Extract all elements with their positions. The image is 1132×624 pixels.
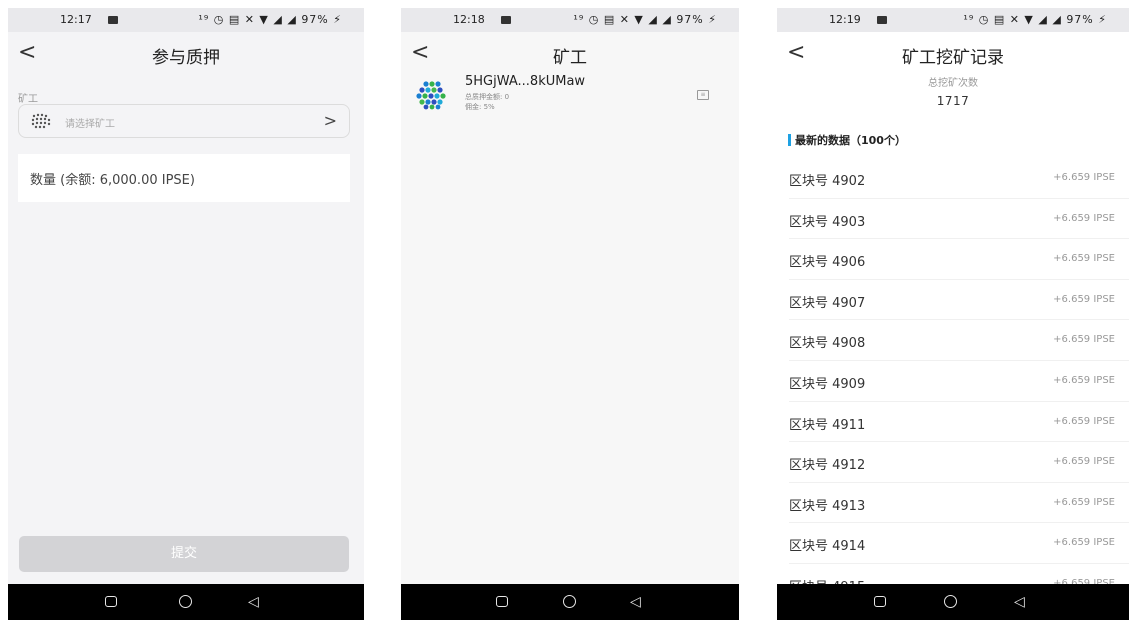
miner-total-stake: 总质押金额: 0 bbox=[465, 93, 510, 101]
system-back-icon[interactable]: ◁ bbox=[1014, 593, 1032, 611]
record-block-number: 区块号 4906 bbox=[789, 255, 866, 271]
record-row[interactable]: 区块号 4914 +6.659 IPSE bbox=[789, 523, 1129, 564]
amount-input[interactable]: 数量 (余额: 6,000.00 IPSE) bbox=[18, 154, 350, 202]
record-reward: +6.659 IPSE bbox=[1053, 374, 1115, 386]
amount-label: 数量 (余额: 6,000.00 IPSE) bbox=[30, 173, 195, 188]
record-row[interactable]: 区块号 4903 +6.659 IPSE bbox=[789, 199, 1129, 240]
record-block-number: 区块号 4908 bbox=[789, 336, 866, 352]
status-icons: ¹⁹ ◷ ▤ ✕ ▼ ◢ ◢ bbox=[198, 13, 297, 26]
notification-icon bbox=[501, 16, 511, 24]
total-mining-label: 总挖矿次数 bbox=[928, 78, 978, 89]
nav-bar: < 矿工挖矿记录 bbox=[777, 32, 1129, 76]
record-block-number: 区块号 4913 bbox=[789, 498, 866, 514]
nav-bar: < 参与质押 bbox=[8, 32, 364, 76]
status-bar: 12:17 ¹⁹ ◷ ▤ ✕ ▼ ◢ ◢ 97% ⚡ bbox=[8, 8, 364, 32]
page-title: 矿工 bbox=[553, 48, 587, 68]
status-icons: ¹⁹ ◷ ▤ ✕ ▼ ◢ ◢ bbox=[963, 13, 1062, 26]
record-block-number: 区块号 4914 bbox=[789, 539, 866, 555]
nav-bar: < 矿工 bbox=[401, 32, 739, 76]
chevron-right-icon: > bbox=[323, 111, 337, 130]
submit-button[interactable]: 提交 bbox=[19, 536, 349, 572]
record-row[interactable]: 区块号 4911 +6.659 IPSE bbox=[789, 402, 1129, 443]
system-nav-bar: ◁ bbox=[777, 584, 1129, 620]
record-row[interactable]: 区块号 4908 +6.659 IPSE bbox=[789, 320, 1129, 361]
battery-level: 97% bbox=[676, 13, 704, 26]
charging-icon: ⚡ bbox=[1098, 13, 1107, 26]
record-reward: +6.659 IPSE bbox=[1053, 334, 1115, 346]
record-reward: +6.659 IPSE bbox=[1053, 415, 1115, 427]
record-row[interactable]: 区块号 4913 +6.659 IPSE bbox=[789, 483, 1129, 524]
system-back-icon[interactable]: ◁ bbox=[248, 593, 266, 611]
record-block-number: 区块号 4909 bbox=[789, 376, 866, 392]
detail-icon[interactable]: ≡ bbox=[697, 90, 709, 100]
notification-icon bbox=[108, 16, 118, 24]
miner-list-screen: 12:18 ¹⁹ ◷ ▤ ✕ ▼ ◢ ◢ 97% ⚡ < 矿工 5HGjWA..… bbox=[401, 8, 739, 620]
recent-apps-icon[interactable] bbox=[105, 596, 117, 607]
home-icon[interactable] bbox=[944, 595, 957, 608]
system-nav-bar: ◁ bbox=[8, 584, 364, 620]
page-title: 参与质押 bbox=[152, 48, 220, 68]
miner-select-placeholder: 请选择矿工 bbox=[65, 119, 115, 130]
record-row[interactable]: 区块号 4907 +6.659 IPSE bbox=[789, 280, 1129, 321]
page-title: 矿工挖矿记录 bbox=[902, 48, 1004, 68]
miner-field-label: 矿工 bbox=[18, 94, 38, 105]
record-reward: +6.659 IPSE bbox=[1053, 293, 1115, 305]
records-list: 区块号 4902 +6.659 IPSE 区块号 4903 +6.659 IPSE 区块… bbox=[777, 158, 1129, 605]
record-reward: +6.659 IPSE bbox=[1053, 172, 1115, 183]
section-title: 最新的数据（100个） bbox=[795, 134, 906, 147]
status-time: 12:19 bbox=[829, 13, 861, 26]
miner-commission: 佣金: 5% bbox=[465, 103, 495, 111]
battery-level: 97% bbox=[1066, 13, 1094, 26]
status-icons: ¹⁹ ◷ ▤ ✕ ▼ ◢ ◢ bbox=[573, 13, 672, 26]
home-icon[interactable] bbox=[563, 595, 576, 608]
section-accent-bar bbox=[788, 134, 791, 146]
recent-apps-icon[interactable] bbox=[496, 596, 508, 607]
miner-select[interactable]: 请选择矿工 > bbox=[18, 104, 350, 138]
battery-level: 97% bbox=[301, 13, 329, 26]
total-mining-count: 1717 bbox=[936, 94, 970, 108]
charging-icon: ⚡ bbox=[708, 13, 717, 26]
record-block-number: 区块号 4902 bbox=[789, 174, 866, 189]
record-reward: +6.659 IPSE bbox=[1053, 456, 1115, 468]
record-row[interactable]: 区块号 4909 +6.659 IPSE bbox=[789, 361, 1129, 402]
record-reward: +6.659 IPSE bbox=[1053, 253, 1115, 265]
notification-icon bbox=[877, 16, 887, 24]
record-row[interactable]: 区块号 4912 +6.659 IPSE bbox=[789, 442, 1129, 483]
miner-list-item[interactable]: 5HGjWA...8kUMaw 总质押金额: 0 佣金: 5% ≡ bbox=[401, 72, 739, 120]
system-back-icon[interactable]: ◁ bbox=[630, 593, 648, 611]
status-bar: 12:18 ¹⁹ ◷ ▤ ✕ ▼ ◢ ◢ 97% ⚡ bbox=[401, 8, 739, 32]
recent-apps-icon[interactable] bbox=[874, 596, 886, 607]
miner-name: 5HGjWA...8kUMaw bbox=[465, 74, 586, 89]
record-reward: +6.659 IPSE bbox=[1053, 496, 1115, 508]
record-block-number: 区块号 4912 bbox=[789, 458, 866, 474]
system-nav-bar: ◁ bbox=[401, 584, 739, 620]
record-row[interactable]: 区块号 4902 +6.659 IPSE bbox=[789, 158, 1129, 199]
record-block-number: 区块号 4903 bbox=[789, 214, 866, 230]
status-time: 12:17 bbox=[60, 13, 92, 26]
record-reward: +6.659 IPSE bbox=[1053, 212, 1115, 224]
charging-icon: ⚡ bbox=[333, 13, 342, 26]
miner-grid-icon bbox=[31, 113, 51, 129]
record-reward: +6.659 IPSE bbox=[1053, 537, 1115, 549]
record-block-number: 区块号 4911 bbox=[789, 417, 866, 433]
record-block-number: 区块号 4907 bbox=[789, 295, 866, 311]
section-header: 最新的数据（100个） bbox=[788, 132, 906, 148]
status-bar: 12:19 ¹⁹ ◷ ▤ ✕ ▼ ◢ ◢ 97% ⚡ bbox=[777, 8, 1129, 32]
home-icon[interactable] bbox=[179, 595, 192, 608]
stake-screen: 12:17 ¹⁹ ◷ ▤ ✕ ▼ ◢ ◢ 97% ⚡ < 参与质押 矿工 请选择… bbox=[8, 8, 364, 620]
status-time: 12:18 bbox=[453, 13, 485, 26]
mining-records-screen: 12:19 ¹⁹ ◷ ▤ ✕ ▼ ◢ ◢ 97% ⚡ < 矿工挖矿记录 总挖矿次… bbox=[777, 8, 1129, 620]
record-row[interactable]: 区块号 4906 +6.659 IPSE bbox=[789, 239, 1129, 280]
miner-avatar-icon bbox=[416, 81, 446, 110]
